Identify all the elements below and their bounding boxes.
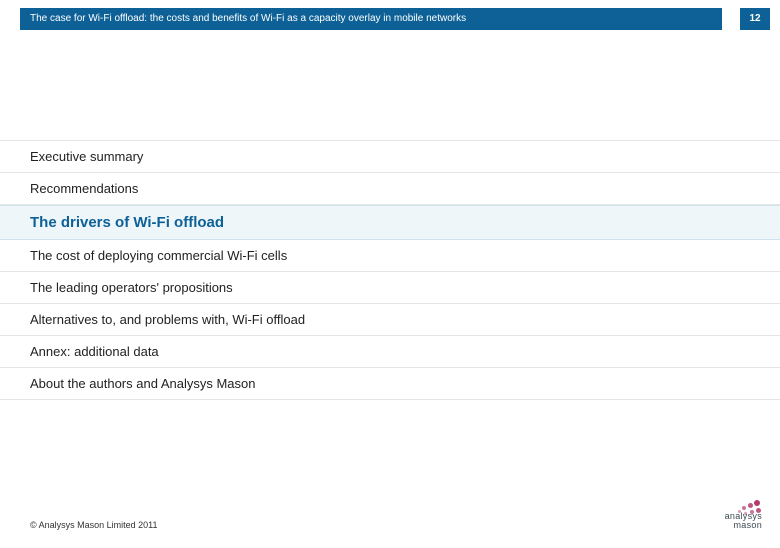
table-of-contents: Executive summary Recommendations The dr… (0, 140, 780, 400)
header-bar: The case for Wi-Fi offload: the costs an… (20, 8, 770, 30)
toc-label: Annex: additional data (30, 344, 159, 359)
document-title: The case for Wi-Fi offload: the costs an… (20, 8, 722, 30)
toc-item-about-authors[interactable]: About the authors and Analysys Mason (0, 368, 780, 400)
toc-item-annex[interactable]: Annex: additional data (0, 336, 780, 368)
toc-label: The cost of deploying commercial Wi-Fi c… (30, 248, 287, 263)
slide-page: The case for Wi-Fi offload: the costs an… (0, 8, 780, 548)
analysys-mason-logo: analysys mason (692, 502, 762, 530)
toc-label: The drivers of Wi-Fi offload (30, 214, 224, 231)
footer: © Analysys Mason Limited 2011 analysys m… (30, 502, 762, 530)
toc-label: The leading operators' propositions (30, 280, 233, 295)
toc-item-alternatives[interactable]: Alternatives to, and problems with, Wi-F… (0, 304, 780, 336)
toc-label: Alternatives to, and problems with, Wi-F… (30, 312, 305, 327)
toc-item-executive-summary[interactable]: Executive summary (0, 140, 780, 173)
logo-text: analysys mason (725, 512, 762, 530)
logo-line2: mason (733, 520, 762, 530)
toc-item-recommendations[interactable]: Recommendations (0, 173, 780, 205)
toc-label: Recommendations (30, 181, 138, 196)
toc-item-leading-operators[interactable]: The leading operators' propositions (0, 272, 780, 304)
header-gap (722, 8, 740, 30)
toc-label: Executive summary (30, 149, 143, 164)
toc-label: About the authors and Analysys Mason (30, 376, 255, 391)
toc-item-drivers[interactable]: The drivers of Wi-Fi offload (0, 205, 780, 240)
toc-item-cost-deploying[interactable]: The cost of deploying commercial Wi-Fi c… (0, 240, 780, 272)
copyright-text: © Analysys Mason Limited 2011 (30, 520, 158, 530)
page-number: 12 (740, 8, 770, 30)
